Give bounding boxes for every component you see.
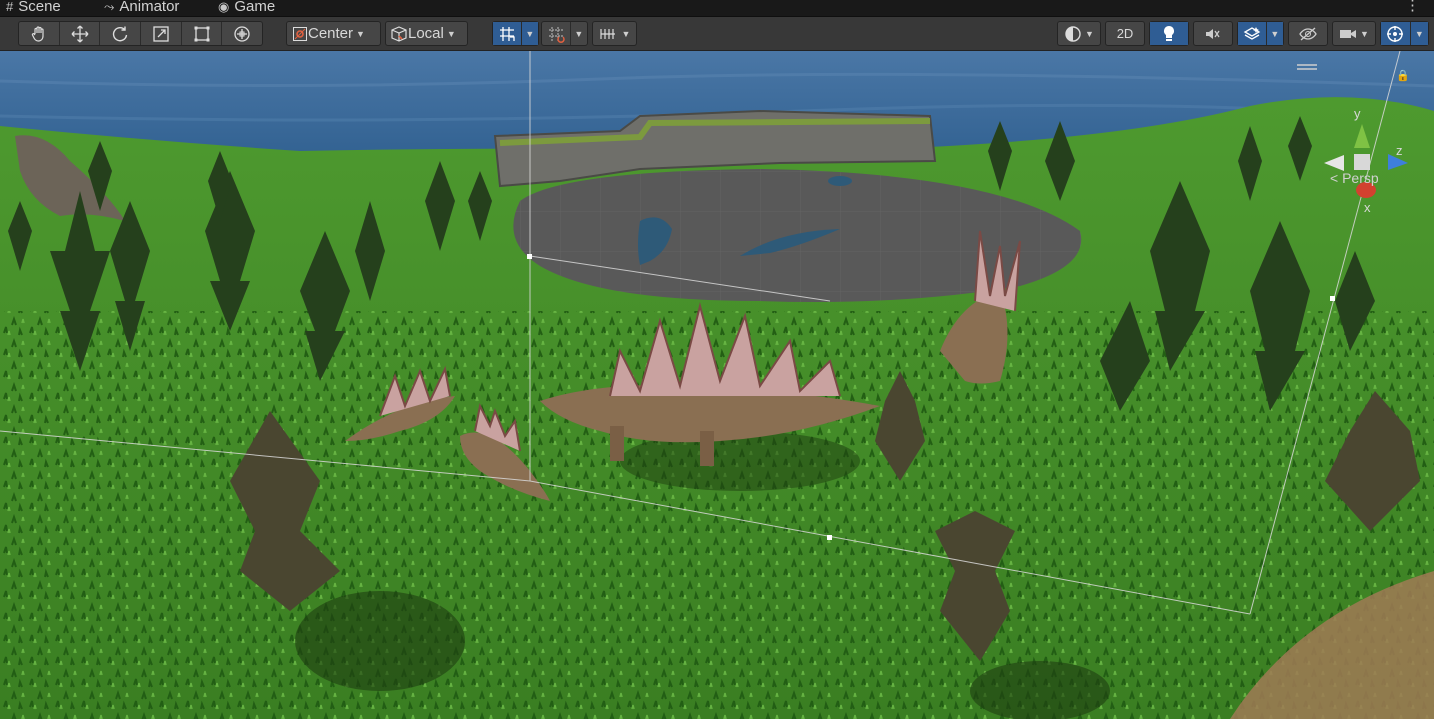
snap-options-button[interactable]: ▼	[571, 22, 587, 45]
effects-group: ▼	[1237, 21, 1284, 46]
audio-toggle[interactable]	[1193, 21, 1233, 46]
camera-button[interactable]: ▼	[1333, 22, 1375, 45]
gizmo-globe-icon	[1387, 25, 1404, 42]
grid-icon	[499, 26, 515, 41]
camera-icon	[1340, 29, 1357, 38]
scene-visibility-button[interactable]	[1289, 22, 1327, 45]
chevron-down-icon: ▼	[1270, 28, 1280, 39]
space-button[interactable]: Local ▼	[386, 22, 467, 45]
move-icon	[71, 25, 88, 42]
scene-toolbar: Center ▼ Local ▼ ▼ ▼ ▼ ▼ 2D ▼ ▼ ▼	[0, 17, 1434, 51]
orientation-gizmo[interactable]: y z x	[1318, 106, 1418, 216]
rotate-tool-button[interactable]	[100, 22, 142, 45]
toggle-2d[interactable]: 2D	[1105, 21, 1145, 46]
transform-icon	[234, 25, 250, 42]
pivot-button[interactable]: Center ▼	[287, 22, 380, 45]
increment-snap-icon	[599, 28, 615, 39]
axis-label-y: y	[1354, 106, 1361, 121]
tab-animator[interactable]: ⤳ Animator	[104, 0, 179, 16]
rect-tool-button[interactable]	[182, 22, 223, 45]
pivot-label: Center	[308, 25, 354, 42]
gizmos-group: ▼	[1380, 21, 1429, 46]
space-label: Local	[408, 25, 444, 42]
grid-toggle-button[interactable]	[493, 22, 522, 45]
scale-tool-button[interactable]	[141, 22, 182, 45]
hand-icon	[31, 25, 44, 42]
snap-group: ▼	[541, 21, 588, 46]
axis-neg-x-cone	[1324, 155, 1344, 171]
transform-tool-button[interactable]	[222, 22, 262, 45]
chevron-down-icon: ▼	[356, 28, 365, 39]
lighting-button[interactable]	[1150, 22, 1188, 45]
tab-scene-label: Scene	[18, 0, 61, 15]
grid-snap-button[interactable]	[542, 22, 571, 45]
fish	[828, 176, 852, 186]
scale-icon	[153, 25, 169, 42]
more-options-icon[interactable]: ⋮	[1405, 0, 1420, 14]
lock-icon[interactable]: 🔒	[1396, 69, 1410, 82]
audio-button[interactable]	[1194, 22, 1232, 45]
hash-icon: #	[6, 0, 14, 14]
gizmo-menu-icon[interactable]	[1297, 59, 1317, 77]
tab-game-label: Game	[234, 0, 276, 15]
projection-label[interactable]: < Persp	[1330, 170, 1379, 186]
lighting-toggle[interactable]	[1149, 21, 1189, 46]
rotate-icon	[113, 26, 128, 41]
gizmos-options-button[interactable]: ▼	[1410, 22, 1428, 45]
scene-render[interactable]	[0, 51, 1434, 719]
pivot-center-icon	[293, 26, 307, 41]
grid-options-button[interactable]: ▼	[521, 22, 538, 45]
audio-muted-icon	[1206, 28, 1220, 39]
draw-mode-dropdown[interactable]: ▼	[1057, 21, 1101, 46]
chevron-down-icon: ▼	[621, 28, 631, 39]
chevron-down-icon: ▼	[525, 28, 535, 39]
chevron-down-icon: ▼	[446, 28, 456, 39]
snap-grid-icon	[548, 26, 565, 43]
draw-mode-button[interactable]: ▼	[1058, 22, 1100, 45]
chevron-down-icon: ▼	[1414, 28, 1424, 39]
tab-animator-label: Animator	[119, 0, 180, 15]
effects-layers-icon	[1243, 26, 1261, 40]
tab-bar: # Scene ⤳ Animator ◉ Game ⋮	[0, 0, 1434, 17]
chevron-down-icon: ▼	[1085, 28, 1094, 39]
animator-icon: ⤳	[104, 0, 115, 14]
grid-visibility-group: ▼	[492, 21, 539, 46]
chevron-down-icon: ▼	[574, 28, 584, 39]
shaded-sphere-icon	[1065, 25, 1081, 42]
hidden-objects-toggle[interactable]	[1288, 21, 1328, 46]
camera-dropdown[interactable]: ▼	[1332, 21, 1376, 46]
effects-options-button[interactable]: ▼	[1266, 22, 1283, 45]
axis-label-x: x	[1364, 200, 1371, 215]
pivot-dropdown[interactable]: Center ▼	[286, 21, 381, 46]
lightbulb-icon	[1164, 25, 1174, 41]
transform-tools-group	[18, 21, 263, 46]
eye-slash-icon	[1299, 26, 1317, 41]
increment-snap-dropdown[interactable]: ▼	[592, 21, 637, 46]
effects-button[interactable]	[1238, 22, 1267, 45]
increment-snap-button[interactable]: ▼	[593, 22, 636, 45]
chevron-down-icon: ▼	[1360, 28, 1369, 39]
tab-game[interactable]: ◉ Game	[218, 0, 275, 16]
gamepad-icon: ◉	[218, 0, 230, 14]
move-tool-button[interactable]	[60, 22, 101, 45]
hand-tool-button[interactable]	[19, 22, 60, 45]
local-cube-icon	[391, 25, 407, 42]
axis-label-z: z	[1396, 143, 1403, 158]
gizmo-center-cube	[1354, 154, 1370, 170]
rect-icon	[194, 26, 210, 41]
toggle-2d-button[interactable]: 2D	[1106, 22, 1144, 45]
space-dropdown[interactable]: Local ▼	[385, 21, 468, 46]
axis-y-cone	[1354, 124, 1370, 148]
tab-scene[interactable]: # Scene	[6, 0, 61, 16]
gizmos-button[interactable]	[1381, 22, 1411, 45]
scene-viewport[interactable]: 🔒 y z x < Persp	[0, 51, 1434, 719]
